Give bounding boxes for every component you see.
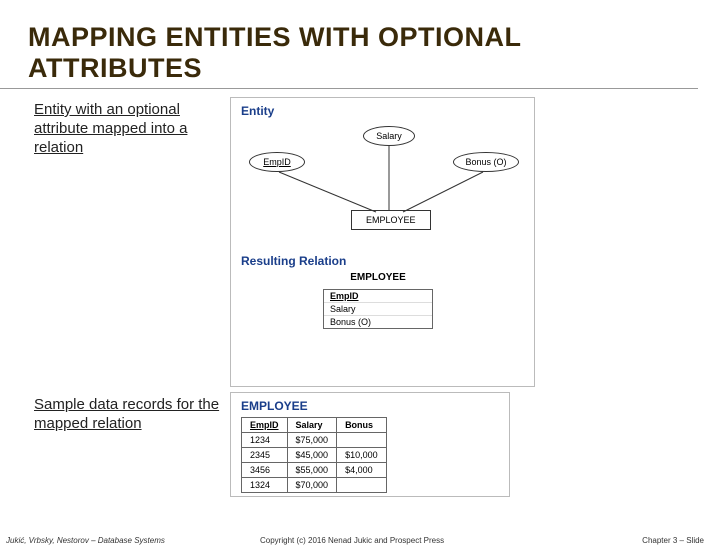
cell: $4,000 — [337, 463, 387, 478]
footer-authors: Jukić, Vrbsky, Nestorov – Database Syste… — [6, 536, 165, 545]
relation-attr: Bonus (O) — [324, 316, 432, 328]
table-row: 3456 $55,000 $4,000 — [242, 463, 387, 478]
footer-chapter: Chapter 3 – Slide — [642, 536, 704, 545]
cell — [337, 478, 387, 493]
row-entity-mapping: Entity with an optional attribute mapped… — [0, 95, 720, 390]
cell: $75,000 — [287, 433, 337, 448]
er-diagram: EmpID Salary Bonus (O) EMPLOYEE — [231, 122, 534, 252]
cell: 3456 — [242, 463, 288, 478]
sample-table-title: EMPLOYEE — [241, 399, 499, 413]
figure-sample-table: EMPLOYEE EmpID Salary Bonus 1234 $75,000… — [230, 392, 510, 497]
table-row: 1324 $70,000 — [242, 478, 387, 493]
col-empid: EmpID — [242, 418, 288, 433]
content-area: Entity with an optional attribute mapped… — [0, 89, 720, 550]
relation-box: EmpID Salary Bonus (O) — [323, 289, 433, 329]
er-lines — [231, 122, 536, 252]
row-sample-data: Sample data records for the mapped relat… — [0, 390, 720, 550]
caption-entity: Entity with an optional attribute mapped… — [0, 95, 230, 157]
section-resulting-label: Resulting Relation — [231, 252, 534, 272]
cell: 1324 — [242, 478, 288, 493]
cell: 1234 — [242, 433, 288, 448]
col-bonus: Bonus — [337, 418, 387, 433]
cell: 2345 — [242, 448, 288, 463]
slide-title: MAPPING ENTITIES WITH OPTIONAL ATTRIBUTE… — [0, 0, 698, 89]
col-salary: Salary — [287, 418, 337, 433]
section-entity-label: Entity — [231, 98, 534, 122]
cell: $55,000 — [287, 463, 337, 478]
table-header-row: EmpID Salary Bonus — [242, 418, 387, 433]
relation-attr-pk: EmpID — [324, 290, 432, 303]
cell — [337, 433, 387, 448]
relation-attr: Salary — [324, 303, 432, 316]
sample-table: EmpID Salary Bonus 1234 $75,000 2345 $45… — [241, 417, 387, 493]
cell: $10,000 — [337, 448, 387, 463]
cell: $45,000 — [287, 448, 337, 463]
cell: $70,000 — [287, 478, 337, 493]
caption-sample: Sample data records for the mapped relat… — [0, 390, 230, 434]
table-row: 2345 $45,000 $10,000 — [242, 448, 387, 463]
table-row: 1234 $75,000 — [242, 433, 387, 448]
footer-copyright: Copyright (c) 2016 Nenad Jukic and Prosp… — [260, 536, 444, 545]
relation-title: EMPLOYEE — [323, 272, 433, 285]
figure-er-and-relation: Entity EmpID Salary Bonus (O) EMPLOYEE R… — [230, 97, 535, 387]
